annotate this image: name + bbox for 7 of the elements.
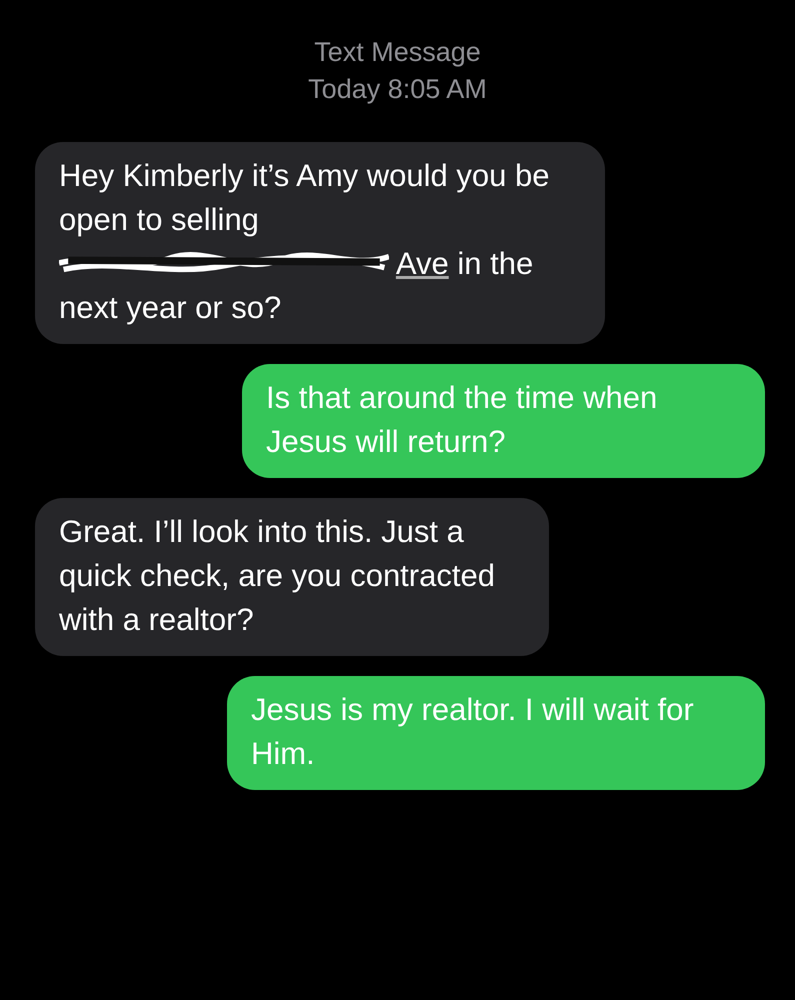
message-bubble: Is that around the time when Jesus will return? — [242, 364, 765, 478]
conversation-label: Text Message — [314, 36, 481, 69]
message-timestamp: Today 8:05 AM — [308, 73, 487, 106]
message-bubble: Great. I’ll look into this. Just a quick check, are you contracted with a realtor? — [35, 498, 549, 656]
address-link[interactable]: Ave — [396, 246, 449, 281]
message-bubble: Hey Kimberly it’s Amy would you be open to selling Ave in the next year or so? — [35, 142, 605, 344]
message-bubble: Jesus is my realtor. I will wait for Him. — [227, 676, 765, 790]
